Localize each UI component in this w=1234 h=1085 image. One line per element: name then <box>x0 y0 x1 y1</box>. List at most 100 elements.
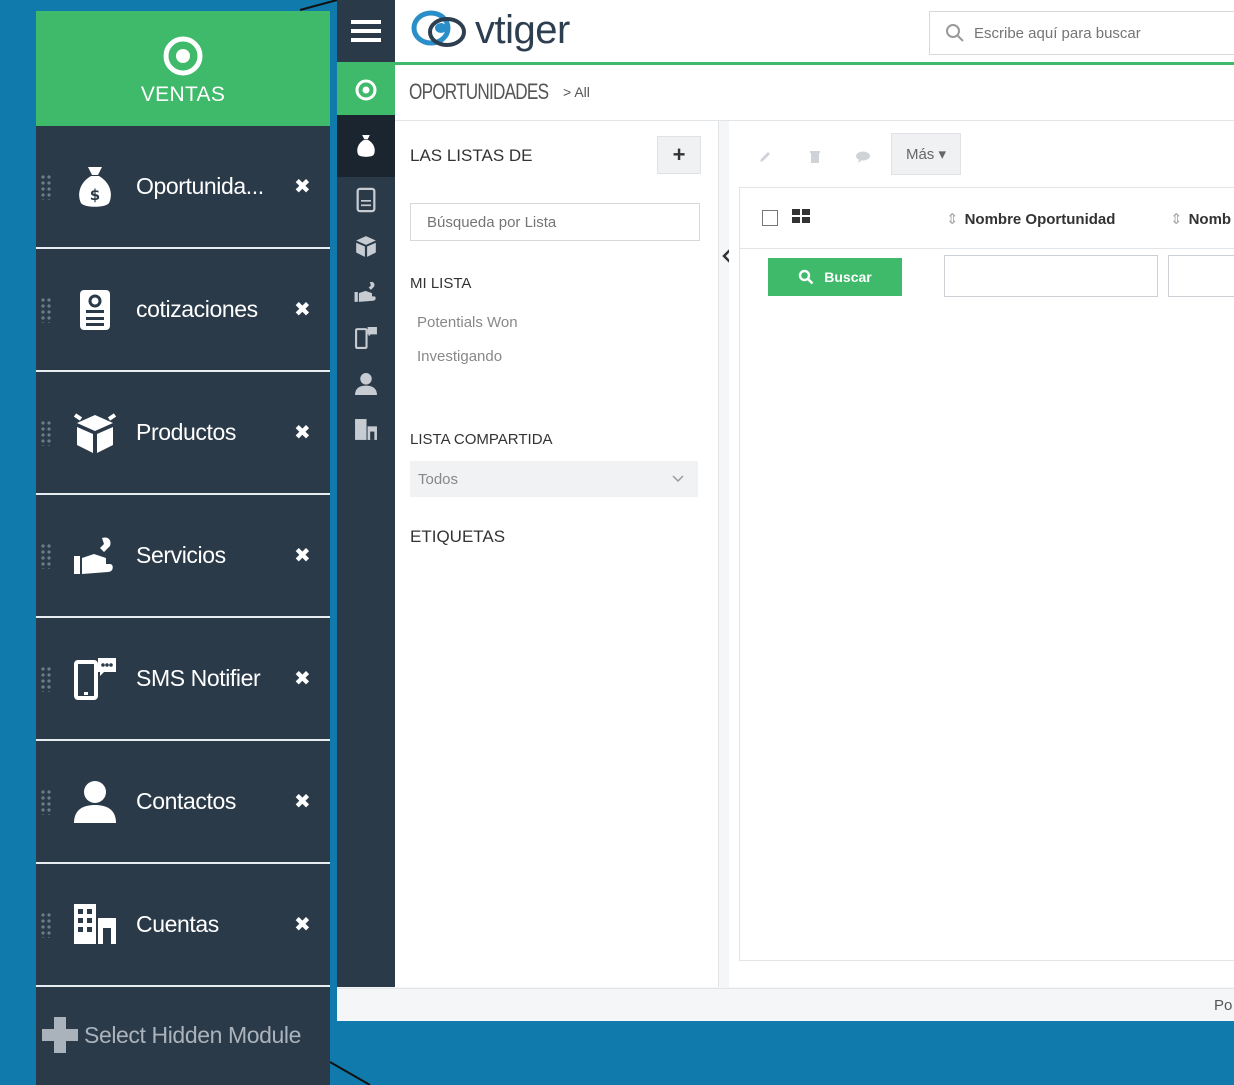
sidebar-item-productos[interactable] <box>337 223 395 269</box>
module-row-servicios[interactable]: Servicios ✖ <box>36 495 330 618</box>
footer: Po <box>337 988 1234 1021</box>
sidebar-item-cotizaciones[interactable] <box>337 177 395 223</box>
list-item[interactable]: Investigando <box>417 348 502 365</box>
remove-icon[interactable]: ✖ <box>294 174 311 199</box>
shared-list-selected: Todos <box>418 470 459 488</box>
search-icon <box>799 269 814 285</box>
money-bag-icon <box>357 135 375 157</box>
sidebar-item-home[interactable] <box>337 65 395 115</box>
search-icon <box>946 24 964 42</box>
remove-icon[interactable]: ✖ <box>294 666 311 691</box>
drag-handle-icon[interactable] <box>40 173 52 200</box>
module-label: SMS Notifier <box>136 665 261 691</box>
delete-icon[interactable] <box>795 139 835 175</box>
add-list-button[interactable]: + <box>657 136 701 174</box>
breadcrumb-list[interactable]: All <box>574 84 590 100</box>
vtiger-logo[interactable]: vtiger <box>411 6 570 54</box>
sidebar-item-oportunidades[interactable] <box>337 115 395 177</box>
lists-panel: LAS LISTAS DE + MI LISTA Potentials Won … <box>395 121 719 987</box>
building-icon <box>72 902 118 948</box>
module-label: Productos <box>136 419 236 445</box>
global-search-input[interactable] <box>972 23 1226 43</box>
sidebar-item-contactos[interactable] <box>337 361 395 407</box>
drag-handle-icon[interactable] <box>40 911 52 938</box>
person-icon <box>72 779 118 825</box>
list-item[interactable]: Potentials Won <box>417 314 518 331</box>
drag-handle-icon[interactable] <box>40 296 52 323</box>
target-icon <box>36 11 330 77</box>
remove-icon[interactable]: ✖ <box>294 297 311 322</box>
menu-toggle-button[interactable] <box>337 0 395 62</box>
list-view: Más ▾ ⇕ Nombre Oportunidad ⇕ Nomb Buscar <box>729 121 1234 987</box>
module-row-cotizaciones[interactable]: cotizaciones ✖ <box>36 249 330 372</box>
money-bag-icon: $ <box>72 164 118 210</box>
panel-header: VENTAS <box>36 11 330 126</box>
remove-icon[interactable]: ✖ <box>294 789 311 814</box>
breadcrumb-tail: > All <box>563 84 590 100</box>
vtiger-logo-icon <box>411 10 466 47</box>
drag-handle-icon[interactable] <box>40 665 52 692</box>
select-hidden-module-button[interactable]: Select Hidden Module <box>36 985 330 1085</box>
sidebar-item-servicios[interactable] <box>337 269 395 315</box>
list-search[interactable] <box>410 203 700 241</box>
module-row-productos[interactable]: Productos ✖ <box>36 372 330 495</box>
drag-handle-icon[interactable] <box>40 542 52 569</box>
drag-handle-icon[interactable] <box>40 419 52 446</box>
search-records-button[interactable]: Buscar <box>768 258 902 296</box>
module-row-cuentas[interactable]: Cuentas ✖ <box>36 864 330 987</box>
comment-icon[interactable] <box>843 139 883 175</box>
filter-input-nombre[interactable] <box>1168 255 1234 297</box>
sort-icon: ⇕ <box>946 211 959 228</box>
target-icon <box>355 79 377 101</box>
lists-header: LAS LISTAS DE <box>410 146 533 165</box>
select-all-checkbox[interactable] <box>762 210 778 226</box>
remove-icon[interactable]: ✖ <box>294 420 311 445</box>
more-actions-button[interactable]: Más ▾ <box>891 133 961 175</box>
shared-list-select[interactable]: Todos <box>410 461 698 497</box>
list-search-input[interactable] <box>425 213 689 232</box>
sort-icon: ⇕ <box>1170 211 1183 228</box>
hamburger-icon <box>351 20 381 42</box>
module-row-sms-notifier[interactable]: SMS Notifier ✖ <box>36 618 330 741</box>
module-row-contactos[interactable]: Contactos ✖ <box>36 741 330 864</box>
filter-input-nombre-oportunidad[interactable] <box>944 255 1158 297</box>
box-icon <box>72 410 118 456</box>
footer-text: Po <box>1214 997 1233 1014</box>
panel-title: VENTAS <box>140 83 226 106</box>
shared-list-title: LISTA COMPARTIDA <box>410 431 553 448</box>
logo-text: vtiger <box>475 7 570 52</box>
top-bar: vtiger <box>337 0 1234 65</box>
chevron-down-icon <box>672 475 684 483</box>
records-grid: ⇕ Nombre Oportunidad ⇕ Nomb Buscar <box>739 187 1234 961</box>
module-customization-panel: VENTAS $ Oportunida... ✖ cotizaciones ✖ … <box>36 11 330 1085</box>
select-hidden-module-label: Select Hidden Module <box>84 1021 302 1048</box>
hand-wrench-icon <box>354 281 376 302</box>
column-header[interactable]: ⇕ Nomb <box>1170 210 1231 228</box>
sms-icon <box>355 327 377 349</box>
app-window: vtiger OPORTUNIDA <box>337 0 1234 1021</box>
module-label: cotizaciones <box>136 296 258 322</box>
module-label: Oportunida... <box>136 173 264 199</box>
breadcrumb-module[interactable]: OPORTUNIDADES <box>409 79 549 105</box>
hand-wrench-icon <box>72 533 118 579</box>
module-row-oportunidades[interactable]: $ Oportunida... ✖ <box>36 126 330 249</box>
grid-settings-icon[interactable] <box>792 209 810 223</box>
column-header[interactable]: ⇕ Nombre Oportunidad <box>946 210 1115 228</box>
person-icon <box>355 373 377 395</box>
module-label: Servicios <box>136 542 226 568</box>
edit-icon[interactable] <box>745 139 785 175</box>
breadcrumb: OPORTUNIDADES > All <box>395 65 1234 121</box>
box-icon <box>356 236 376 257</box>
tags-title: ETIQUETAS <box>410 527 506 546</box>
sidebar-item-sms-notifier[interactable] <box>337 315 395 361</box>
remove-icon[interactable]: ✖ <box>294 543 311 568</box>
global-search[interactable] <box>929 11 1234 55</box>
module-label: Cuentas <box>136 911 219 937</box>
grid-header: ⇕ Nombre Oportunidad ⇕ Nomb <box>740 188 1234 249</box>
building-icon <box>355 419 377 440</box>
quote-icon <box>356 187 376 213</box>
sidebar-item-cuentas[interactable] <box>337 407 395 453</box>
remove-icon[interactable]: ✖ <box>294 912 311 937</box>
my-list-title: MI LISTA <box>410 275 472 292</box>
drag-handle-icon[interactable] <box>40 788 52 815</box>
